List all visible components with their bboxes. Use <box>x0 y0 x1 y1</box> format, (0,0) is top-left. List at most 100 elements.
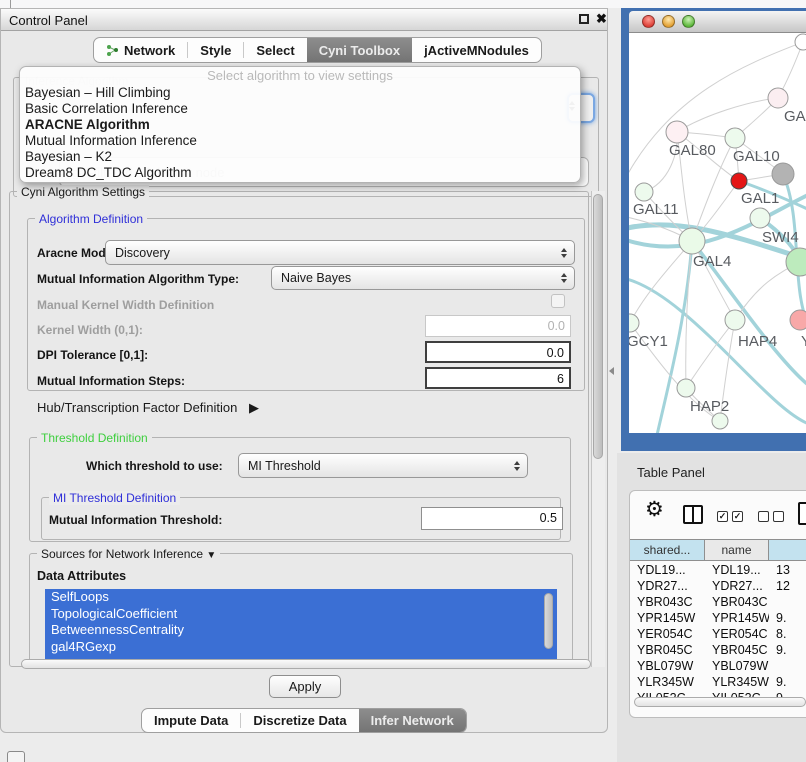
network-node-unlabeled[interactable] <box>772 163 794 185</box>
table-horizontal-scrollbar[interactable] <box>634 697 806 707</box>
tab-select[interactable]: Select <box>244 38 306 62</box>
attribute-item[interactable]: BetweennessCentrality <box>45 622 557 639</box>
network-node-GAL1[interactable] <box>731 173 747 189</box>
table-cell[interactable]: YLR345W <box>630 675 705 689</box>
table-cell[interactable]: YER054C <box>705 627 769 641</box>
close-traffic-light[interactable] <box>642 15 655 28</box>
float-window-icon[interactable] <box>579 14 589 24</box>
gear-icon[interactable]: ⚙ <box>645 497 664 522</box>
tab-jactivemnodules[interactable]: jActiveMNodules <box>412 38 541 62</box>
column-header-extra[interactable] <box>769 539 806 561</box>
node-label: Y <box>801 333 806 350</box>
network-node-GAL80[interactable] <box>666 121 688 143</box>
table-cell[interactable]: YPR145W <box>705 611 769 625</box>
table-cell[interactable]: YER054C <box>630 627 705 641</box>
network-canvas[interactable]: GALGAL80GAL10GAL1GAL11SWI4GAL4GCY1HAP4YH… <box>629 33 806 433</box>
table-cell[interactable]: 13 <box>769 563 806 577</box>
attributes-scrollbar-thumb[interactable] <box>544 593 553 649</box>
table-cell[interactable]: YBL079W <box>705 659 769 673</box>
network-node-GAL11[interactable] <box>635 183 653 201</box>
network-node-HAP2[interactable] <box>677 379 695 397</box>
collapse-down-icon[interactable]: ▼ <box>206 550 216 561</box>
minimize-traffic-light[interactable] <box>662 15 675 28</box>
tab-infer-network[interactable]: Infer Network <box>359 709 466 732</box>
network-node-GAL10[interactable] <box>725 128 745 148</box>
minimized-panel-icon[interactable] <box>7 751 25 762</box>
dpi-tolerance-field[interactable]: 0.0 <box>425 341 571 363</box>
algorithm-option[interactable]: Mutual Information Inference <box>20 133 580 149</box>
table-cell[interactable]: YDL19... <box>630 563 705 577</box>
algorithm-option[interactable]: Basic Correlation Inference <box>20 101 580 117</box>
table-cell[interactable]: YDL19... <box>705 563 769 577</box>
table-row[interactable]: YPR145WYPR145W9. <box>630 610 806 626</box>
new-column-icon[interactable] <box>798 502 806 525</box>
panel-divider-handle[interactable] <box>609 367 614 375</box>
table-row[interactable]: YBR045CYBR045C9. <box>630 642 806 658</box>
network-node-SWI4[interactable] <box>750 208 770 228</box>
network-view-titlebar[interactable] <box>629 11 806 33</box>
attribute-item[interactable]: gal4RGexp <box>45 639 557 656</box>
table-row[interactable]: YLR345WYLR345W9. <box>630 674 806 690</box>
algorithm-option[interactable]: Bayesian – Hill Climbing <box>20 85 580 101</box>
table-cell[interactable]: YBR043C <box>630 595 705 609</box>
tab-impute-data[interactable]: Impute Data <box>142 709 240 732</box>
which-threshold-combobox[interactable]: MI Threshold <box>238 453 528 478</box>
mi-threshold-field[interactable]: 0.5 <box>421 507 563 530</box>
algorithm-option-selected[interactable]: ARACNE Algorithm <box>20 117 580 133</box>
aracne-mode-combobox[interactable]: Discovery <box>105 240 575 265</box>
table-cell[interactable]: 9. <box>769 643 806 657</box>
table-cell[interactable]: YPR145W <box>630 611 705 625</box>
tab-cyni-toolbox[interactable]: Cyni Toolbox <box>307 38 412 62</box>
table-cell[interactable]: YDR27... <box>630 579 705 593</box>
deselect-all-icon[interactable] <box>758 511 784 522</box>
table-row[interactable]: YDL19...YDL19...13 <box>630 562 806 578</box>
table-row[interactable]: YBL079WYBL079W <box>630 658 806 674</box>
network-canvas-container[interactable]: GALGAL80GAL10GAL1GAL11SWI4GAL4GCY1HAP4YH… <box>629 33 806 433</box>
network-node-unlabeled[interactable] <box>795 34 806 50</box>
table-cell[interactable]: YDR27... <box>705 579 769 593</box>
table-cell[interactable]: YBR043C <box>705 595 769 609</box>
algorithm-option[interactable]: Bayesian – K2 <box>20 149 580 165</box>
network-node-Y[interactable] <box>790 310 806 330</box>
network-node-HAP4[interactable] <box>725 310 745 330</box>
mi-type-combobox[interactable]: Naive Bayes <box>271 266 575 290</box>
attribute-item[interactable]: SelfLoops <box>45 589 557 606</box>
network-node-unlabeled[interactable] <box>712 413 728 429</box>
tab-style[interactable]: Style <box>188 38 243 62</box>
table-row[interactable]: YER054CYER054C8. <box>630 626 806 642</box>
column-header-shared-name[interactable]: shared... <box>630 539 705 561</box>
table-cell[interactable]: YLR345W <box>705 675 769 689</box>
column-header-name[interactable]: name <box>705 539 769 561</box>
mi-steps-field[interactable]: 6 <box>425 367 571 389</box>
tab-network[interactable]: Network <box>94 38 187 62</box>
attribute-item[interactable]: TopologicalCoefficient <box>45 606 557 623</box>
select-all-icon[interactable]: ✓✓ <box>717 511 743 522</box>
table-cell[interactable]: 9. <box>769 675 806 689</box>
apply-button[interactable]: Apply <box>269 675 341 698</box>
close-icon[interactable]: ✖ <box>596 11 607 27</box>
settings-scrollbar-thumb[interactable] <box>593 194 603 459</box>
settings-horizontal-scrollbar[interactable] <box>21 659 591 669</box>
control-panel-titlebar[interactable]: Control Panel ✖ <box>1 9 607 31</box>
table-row[interactable]: YBR043CYBR043C <box>630 594 806 610</box>
table-cell[interactable]: 8. <box>769 627 806 641</box>
table-cell[interactable]: 12 <box>769 579 806 593</box>
network-icon <box>106 44 119 57</box>
algorithm-option[interactable]: Dream8 DC_TDC Algorithm <box>20 165 580 181</box>
table-cell[interactable]: YBR045C <box>630 643 705 657</box>
zoom-traffic-light[interactable] <box>682 15 695 28</box>
tab-discretize-data[interactable]: Discretize Data <box>241 709 358 732</box>
table-cell[interactable]: YBL079W <box>630 659 705 673</box>
kernel-width-field[interactable]: 0.0 <box>425 315 571 337</box>
hub-definition-expander[interactable]: Hub/Transcription Factor Definition ▶ <box>37 400 259 416</box>
columns-icon[interactable] <box>683 505 703 524</box>
table-row[interactable]: YDR27...YDR27...12 <box>630 578 806 594</box>
table-cell[interactable]: YBR045C <box>705 643 769 657</box>
manual-kernel-checkbox[interactable] <box>551 294 565 308</box>
table-cell[interactable]: 9. <box>769 611 806 625</box>
network-edge[interactable] <box>677 98 778 132</box>
network-node-GCY1[interactable] <box>629 314 639 332</box>
network-node-GAL4[interactable] <box>679 228 705 254</box>
tab-cyni-toolbox-label: Cyni Toolbox <box>319 43 400 58</box>
network-node-GAL[interactable] <box>768 88 788 108</box>
